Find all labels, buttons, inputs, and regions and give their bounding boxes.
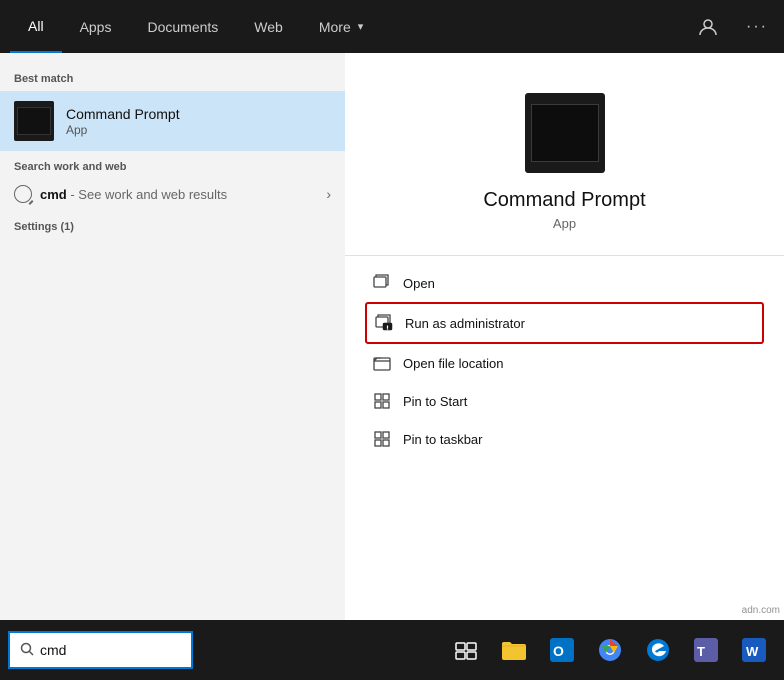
settings-label: Settings (1) [14, 221, 331, 233]
best-match-item[interactable]: Command Prompt App [0, 91, 345, 151]
ellipsis-icon: ··· [746, 18, 768, 36]
file-explorer-button[interactable] [492, 628, 536, 672]
action-open-label: Open [403, 276, 435, 291]
best-match-type: App [66, 123, 180, 137]
nav-tab-more[interactable]: More ▾ [301, 0, 381, 53]
outlook-button[interactable]: O [540, 628, 584, 672]
cmd-preview-screen [531, 104, 599, 162]
action-open-location-label: Open file location [403, 356, 503, 371]
watermark: adn.com [738, 603, 784, 618]
chrome-icon [598, 638, 622, 662]
chrome-button[interactable] [588, 628, 632, 672]
right-panel: Command Prompt App Open [345, 53, 784, 620]
best-match-name: Command Prompt [66, 106, 180, 122]
action-open-location[interactable]: Open file location [365, 344, 764, 382]
word-button[interactable]: W [732, 628, 776, 672]
shield-icon [375, 314, 393, 332]
action-list: Open Run as administrator [345, 264, 784, 458]
taskbar-search-box[interactable]: cmd [8, 631, 193, 669]
nav-tab-all[interactable]: All [10, 0, 62, 53]
word-icon: W [742, 638, 766, 662]
search-web-item[interactable]: cmd - See work and web results › [14, 179, 331, 209]
more-options-button[interactable]: ··· [740, 14, 774, 40]
search-web-label: Search work and web [14, 161, 331, 173]
open-icon [373, 274, 391, 292]
svg-text:O: O [553, 643, 564, 659]
svg-text:W: W [746, 644, 759, 659]
action-pin-taskbar-label: Pin to taskbar [403, 432, 483, 447]
file-location-icon [373, 354, 391, 372]
edge-icon [646, 638, 670, 662]
search-web-icon [14, 185, 32, 203]
action-pin-taskbar[interactable]: Pin to taskbar [365, 420, 764, 458]
svg-text:T: T [697, 644, 705, 659]
best-match-text: Command Prompt App [66, 106, 180, 137]
app-preview-icon [525, 93, 605, 173]
cmd-app-icon [14, 101, 54, 141]
pin-taskbar-icon [373, 430, 391, 448]
action-open[interactable]: Open [365, 264, 764, 302]
settings-section: Settings (1) [0, 213, 345, 241]
search-web-section: Search work and web cmd - See work and w… [0, 151, 345, 213]
taskbar-items: O T [444, 628, 784, 672]
person-icon [698, 17, 718, 37]
taskbar-search-icon [20, 642, 34, 659]
person-icon-button[interactable] [692, 13, 724, 41]
nav-tab-apps[interactable]: Apps [62, 0, 130, 53]
action-run-admin-label: Run as administrator [405, 316, 525, 331]
main-area: Best match Command Prompt App Search wor… [0, 53, 784, 620]
taskbar-search-text: cmd [40, 642, 66, 658]
app-preview-name: Command Prompt [483, 189, 645, 212]
best-match-label: Best match [0, 65, 345, 91]
taskbar: cmd O [0, 620, 784, 680]
search-web-text: cmd - See work and web results [40, 187, 227, 202]
nav-tab-documents[interactable]: Documents [129, 0, 236, 53]
chevron-right-icon: › [326, 186, 331, 202]
left-panel: Best match Command Prompt App Search wor… [0, 53, 345, 620]
divider [345, 255, 784, 256]
cmd-screen-inner [17, 107, 51, 135]
nav-tab-web[interactable]: Web [236, 0, 301, 53]
action-run-admin[interactable]: Run as administrator [365, 302, 764, 344]
taskview-icon [455, 639, 477, 661]
taskview-button[interactable] [444, 628, 488, 672]
app-preview-type: App [553, 216, 576, 231]
search-desc: - See work and web results [67, 187, 227, 202]
top-nav: All Apps Documents Web More ▾ ··· [0, 0, 784, 53]
folder-icon [501, 639, 527, 661]
outlook-icon: O [550, 638, 574, 662]
edge-button[interactable] [636, 628, 680, 672]
action-pin-start-label: Pin to Start [403, 394, 467, 409]
nav-right-icons: ··· [692, 13, 774, 41]
chevron-down-icon: ▾ [358, 20, 364, 33]
pin-start-icon [373, 392, 391, 410]
teams-icon: T [694, 638, 718, 662]
search-query: cmd [40, 187, 67, 202]
action-pin-start[interactable]: Pin to Start [365, 382, 764, 420]
teams-button[interactable]: T [684, 628, 728, 672]
